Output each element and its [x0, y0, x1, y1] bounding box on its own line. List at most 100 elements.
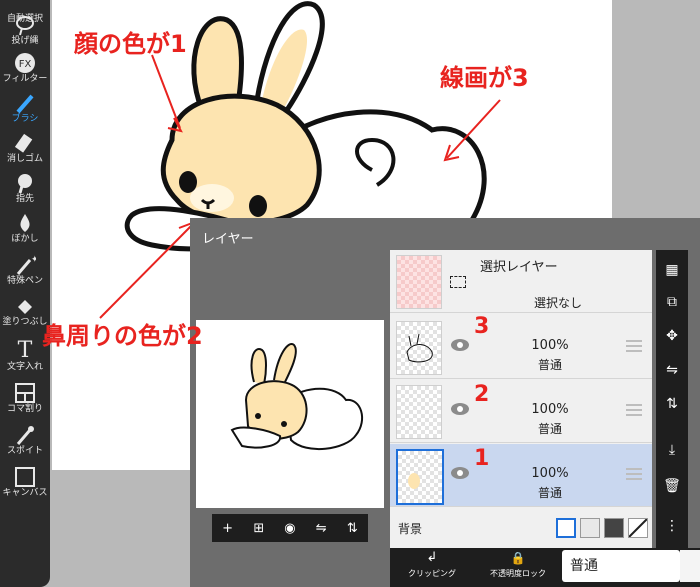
blend-mode-select[interactable]: 普通: [562, 550, 680, 582]
camera-icon[interactable]: ◉: [280, 521, 300, 536]
layer-number-annotation: 1: [474, 446, 490, 471]
selection-rect-icon: [450, 276, 466, 288]
clipping-button[interactable]: ↲ クリッピング: [390, 548, 474, 587]
tool-label: コマ割り: [6, 404, 43, 414]
layer-row[interactable]: 3 100% 普通: [390, 314, 652, 379]
fx-icon: FX: [15, 53, 35, 73]
layer-thumbnail: [396, 321, 442, 375]
finger-icon: [18, 174, 32, 194]
alpha-lock-label: 不透明度ロック: [490, 569, 546, 578]
lineart-thumb-icon: [406, 333, 433, 363]
tool-label: ぼかし: [11, 234, 39, 244]
layer-side-toolbar: ▦ ⧉ ✥ ⇋ ⇅ ⤓ 🗑 ⋮: [656, 250, 688, 550]
tool-label: 特殊ペン: [6, 276, 43, 286]
tool-filter[interactable]: FX フィルター: [0, 52, 50, 85]
eyedropper-icon: [16, 426, 34, 445]
background-label: 背景: [398, 522, 423, 536]
more-vertical-icon[interactable]: ⋮: [656, 512, 688, 540]
magic-select-icon: [0, 0, 50, 14]
tool-label: 指先: [15, 194, 34, 204]
fill-thumb-icon: [408, 473, 420, 489]
flip-v-icon[interactable]: ⇅: [342, 521, 362, 536]
annotation-face-color: 顔の色が1: [74, 30, 187, 58]
trash-icon[interactable]: 🗑: [656, 472, 688, 500]
drag-handle-icon[interactable]: [626, 404, 642, 416]
drag-handle-icon[interactable]: [626, 340, 642, 352]
selection-layer-thumbnail: [396, 255, 442, 309]
canvas-preview[interactable]: [196, 320, 384, 508]
annotation-nose-color: 鼻周りの色が2: [42, 322, 203, 350]
selection-layer-name: 選択レイヤー: [480, 260, 558, 275]
layer-thumbnail: [396, 449, 444, 505]
fill-icon: [18, 300, 32, 314]
tool-eyedropper[interactable]: スポイト: [0, 424, 50, 457]
brush-icon: [16, 94, 34, 114]
clipping-icon: ↲: [426, 550, 438, 565]
layer-blend-mode: 普通: [537, 486, 562, 500]
canvas-icon: [15, 467, 35, 487]
drag-handle-icon[interactable]: [626, 468, 642, 480]
add-layer-button[interactable]: +: [218, 521, 238, 536]
tool-label: スポイト: [6, 446, 43, 456]
layer-blend-mode: 普通: [537, 358, 562, 372]
clipping-label: クリッピング: [408, 569, 456, 578]
layer-row-selected[interactable]: 1 100% 普通: [390, 444, 652, 507]
layer-opacity: 100%: [531, 466, 569, 481]
layer-list: 選択レイヤー 選択なし 3 100% 普通 2 100% 普通 1 100% 普…: [390, 250, 652, 550]
blur-icon: [20, 214, 30, 232]
preview-thumbnail: [230, 343, 364, 451]
tool-special-pen[interactable]: ✦ 特殊ペン: [0, 254, 50, 287]
bg-dark-swatch[interactable]: [604, 518, 624, 538]
tool-label: フィルター: [2, 74, 48, 84]
visibility-eye-icon[interactable]: [450, 338, 470, 352]
tool-blur[interactable]: ぼかし: [0, 212, 50, 245]
visibility-eye-icon[interactable]: [450, 402, 470, 416]
tool-label: 文字入れ: [6, 362, 43, 372]
selection-layer-status: 選択なし: [534, 296, 583, 310]
blend-mode-caret-icon[interactable]: [680, 550, 700, 582]
tool-label: 消しゴム: [6, 154, 43, 164]
tool-label: ブラシ: [11, 114, 39, 124]
layer-opacity: 100%: [531, 402, 569, 417]
layer-number-annotation: 2: [474, 382, 490, 407]
checker-icon[interactable]: ▦: [656, 256, 688, 284]
bg-white-swatch[interactable]: [556, 518, 576, 538]
panel-title: レイヤー: [202, 232, 254, 247]
bg-transparent-swatch[interactable]: [580, 518, 600, 538]
tool-brush[interactable]: ブラシ: [0, 92, 50, 125]
special-pen-icon: ✦: [16, 255, 36, 275]
eraser-icon: [14, 133, 33, 153]
layer-row[interactable]: 2 100% 普通: [390, 380, 652, 443]
frame-divide-icon: [15, 383, 35, 403]
layer-thumbnail: [396, 385, 442, 439]
layer-blend-mode: 普通: [537, 422, 562, 436]
tool-finger[interactable]: 指先: [0, 172, 50, 205]
layer-number-annotation: 3: [474, 314, 490, 339]
tool-lasso[interactable]: 投げ縄: [0, 14, 50, 47]
annotation-lineart: 線画が3: [440, 64, 529, 92]
layer-transfer-icon[interactable]: ⧉: [656, 288, 688, 316]
visibility-eye-icon[interactable]: [450, 466, 470, 480]
add-layer-special-button[interactable]: ⊞: [249, 521, 269, 536]
lock-icon: 🔒: [510, 551, 526, 565]
move-icon[interactable]: ✥: [656, 322, 688, 350]
tool-label: キャンバス: [2, 488, 48, 498]
layer-panel: レイヤー + ⊞ ◉ ⇋ ⇅ 選択レイヤー 選択なし 3 100% 普通 2 1…: [190, 218, 700, 587]
selection-layer-row[interactable]: 選択レイヤー 選択なし: [390, 250, 652, 313]
tool-eraser[interactable]: 消しゴム: [0, 132, 50, 165]
preview-toolbar: + ⊞ ◉ ⇋ ⇅: [212, 514, 368, 542]
bg-none-swatch[interactable]: [628, 518, 648, 538]
lasso-icon: [16, 16, 34, 36]
tool-sidebar: 自動選択 投げ縄 FX フィルター ブラシ 消しゴム 指先 ぼかし ✦ 特殊ペン…: [0, 0, 50, 587]
tool-canvas[interactable]: キャンバス: [0, 466, 50, 499]
background-row: 背景: [390, 514, 652, 542]
flip-horizontal-icon[interactable]: ⇋: [656, 356, 688, 384]
tool-frame-divide[interactable]: コマ割り: [0, 382, 50, 415]
svg-text:✦: ✦: [31, 255, 36, 265]
flip-h-icon[interactable]: ⇋: [311, 521, 331, 536]
flip-vertical-icon[interactable]: ⇅: [656, 390, 688, 418]
merge-down-icon[interactable]: ⤓: [656, 436, 688, 464]
alpha-lock-button[interactable]: 🔒 不透明度ロック: [476, 548, 560, 587]
svg-text:FX: FX: [19, 59, 32, 70]
layer-opacity: 100%: [531, 338, 569, 353]
